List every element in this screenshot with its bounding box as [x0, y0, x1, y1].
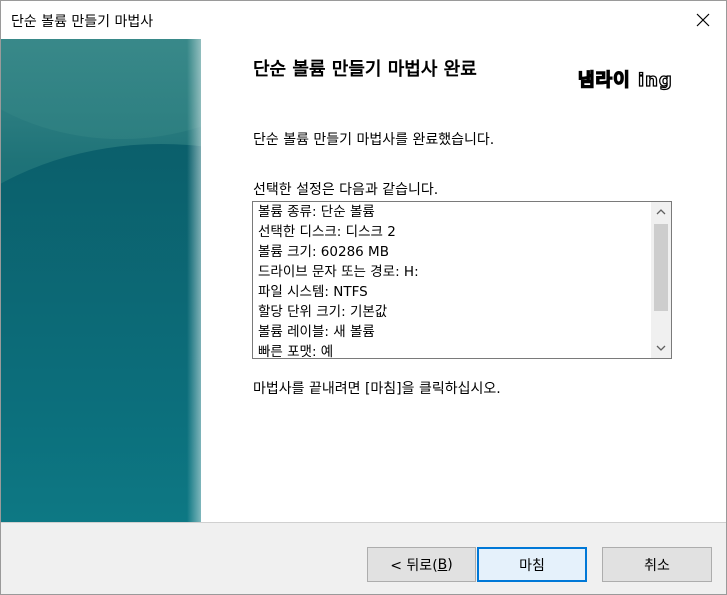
scroll-up-button[interactable] — [651, 202, 671, 222]
wizard-content: 단순 볼륨 만들기 마법사 완료 냄라이 ing 단순 볼륨 만들기 마법사를 … — [201, 39, 726, 522]
completed-text: 단순 볼륨 만들기 마법사를 완료했습니다. — [253, 132, 495, 148]
settings-summary-list: 볼륨 종류: 단순 볼륨선택한 디스크: 디스크 2 볼륨 크기: 60286 M… — [258, 202, 648, 359]
vertical-scrollbar[interactable] — [651, 202, 671, 358]
summary-item: 할당 단위 크기: 기본값 — [258, 304, 388, 320]
finish-button-label: 마침 — [519, 557, 545, 574]
summary-item: 드라이브 문자 또는 경로: H: — [258, 264, 419, 280]
scroll-thumb[interactable] — [654, 224, 668, 311]
watermark-logo: 냄라이 ing — [577, 69, 673, 91]
summary-item: 볼륨 레이블: 새 볼륨 — [258, 324, 375, 340]
cancel-button-label: 취소 — [644, 557, 670, 574]
summary-item: 볼륨 종류: 단순 볼륨 — [258, 204, 375, 220]
back-button-accesskey: B — [437, 556, 448, 573]
back-button[interactable]: < 뒤로(B) — [367, 547, 476, 582]
chevron-down-icon — [656, 345, 666, 351]
scroll-down-button[interactable] — [651, 338, 671, 358]
settings-summary-box[interactable]: 볼륨 종류: 단순 볼륨선택한 디스크: 디스크 2 볼륨 크기: 60286 M… — [252, 201, 672, 359]
back-button-label-prefix: < 뒤로( — [390, 557, 438, 574]
page-title: 단순 볼륨 만들기 마법사 완료 — [253, 59, 477, 80]
back-button-label-suffix: ) — [447, 556, 453, 573]
cancel-button[interactable]: 취소 — [602, 547, 712, 582]
finish-button[interactable]: 마침 — [477, 547, 587, 582]
close-icon — [696, 13, 710, 27]
wizard-window: 단순 볼륨 만들기 마법사 단순 볼륨 만들기 마법사 완료 냄라이 ing 단… — [0, 0, 727, 595]
summary-item: 볼륨 크기: 60286 MB — [258, 244, 389, 260]
settings-intro-text: 선택한 설정은 다음과 같습니다. — [253, 182, 439, 198]
close-button[interactable] — [680, 1, 726, 39]
summary-item: 빠른 포맷: 예 — [258, 344, 334, 359]
chevron-up-icon — [656, 209, 666, 215]
title-bar: 단순 볼륨 만들기 마법사 — [1, 1, 726, 39]
close-instruction-text: 마법사를 끝내려면 [마침]을 클릭하십시오. — [253, 381, 501, 397]
window-title: 단순 볼륨 만들기 마법사 — [11, 14, 154, 30]
summary-item: 선택한 디스크: 디스크 2 — [258, 224, 396, 240]
wizard-side-banner — [1, 39, 201, 522]
summary-item: 파일 시스템: NTFS — [258, 284, 368, 300]
button-bar: < 뒤로(B) 마침 취소 — [1, 523, 726, 594]
